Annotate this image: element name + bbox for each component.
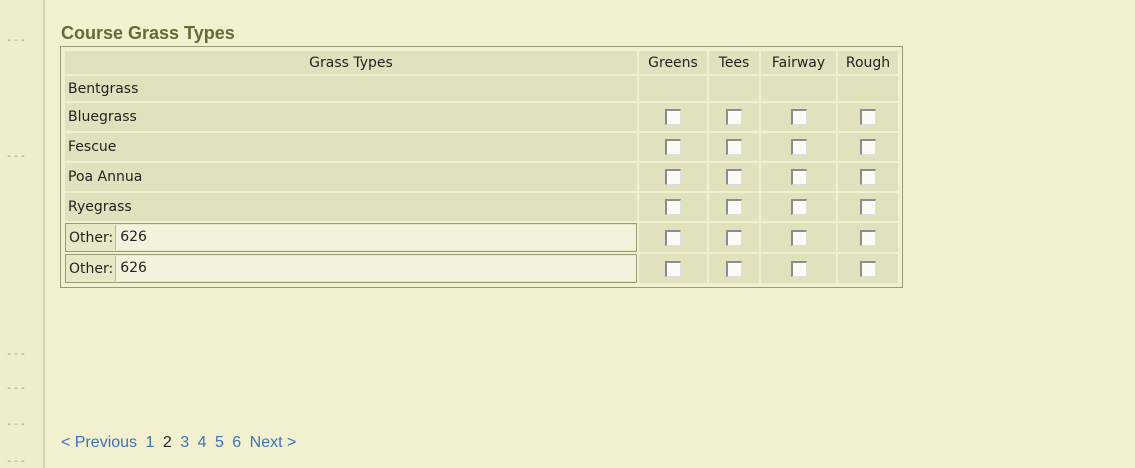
rail-dash: --- xyxy=(6,419,28,430)
page-link-6[interactable]: 6 xyxy=(232,434,241,451)
tees-checkbox[interactable] xyxy=(726,260,742,277)
table-row: Fescue xyxy=(65,133,898,161)
greens-checkbox[interactable] xyxy=(665,229,681,246)
empty-cell xyxy=(838,76,898,101)
table-row: Poa Annua xyxy=(65,163,898,191)
previous-page-link[interactable]: < Previous xyxy=(61,434,137,451)
other-field-box: Other: 626 xyxy=(65,254,637,283)
fairway-checkbox[interactable] xyxy=(790,229,807,246)
page: --- --- --- --- --- --- Course Grass Typ… xyxy=(0,0,1135,468)
fairway-checkbox[interactable] xyxy=(790,139,807,155)
rail-dash: --- xyxy=(6,151,28,162)
section-title: Course Grass Types xyxy=(61,23,235,43)
table-header-row: Grass Types Greens Tees Fairway Rough xyxy=(65,51,898,74)
rough-checkbox[interactable] xyxy=(860,260,876,277)
grass-name: Fescue xyxy=(65,133,637,161)
tees-checkbox[interactable] xyxy=(726,109,742,125)
rail-dash: --- xyxy=(6,35,28,46)
left-rail: --- --- --- --- --- --- xyxy=(0,0,45,468)
rail-dash: --- xyxy=(6,456,28,467)
other-input[interactable]: 626 xyxy=(115,225,636,250)
page-link-5[interactable]: 5 xyxy=(215,434,224,451)
rail-dash: --- xyxy=(6,349,28,360)
grass-types-table: Grass Types Greens Tees Fairway Rough Be… xyxy=(63,49,900,285)
table-row: Other: 626 xyxy=(65,254,898,283)
rail-dash: --- xyxy=(6,383,28,394)
next-page-link[interactable]: Next > xyxy=(250,434,297,451)
content-area: Course Grass Types Grass Types Greens Te… xyxy=(45,0,1135,468)
table-row: Other: 626 xyxy=(65,223,898,252)
greens-checkbox[interactable] xyxy=(665,109,681,125)
header-rough: Rough xyxy=(838,51,898,74)
grass-types-table-frame: Grass Types Greens Tees Fairway Rough Be… xyxy=(60,46,903,288)
other-cell: Other: 626 xyxy=(65,254,637,283)
header-grass-types: Grass Types xyxy=(65,51,637,74)
other-input[interactable]: 626 xyxy=(115,256,636,281)
tees-checkbox[interactable] xyxy=(726,199,742,215)
pagination: < Previous 1 2 3 4 5 6 Next > xyxy=(61,434,300,452)
empty-cell xyxy=(709,76,759,101)
greens-checkbox[interactable] xyxy=(665,260,681,277)
greens-checkbox[interactable] xyxy=(665,139,681,155)
tees-checkbox[interactable] xyxy=(726,229,742,246)
fairway-checkbox[interactable] xyxy=(790,109,807,125)
rough-checkbox[interactable] xyxy=(860,229,876,246)
tees-checkbox[interactable] xyxy=(726,169,742,185)
other-cell: Other: 626 xyxy=(65,223,637,252)
fairway-checkbox[interactable] xyxy=(790,169,807,185)
rough-checkbox[interactable] xyxy=(860,109,876,125)
empty-cell xyxy=(761,76,836,101)
other-label: Other: xyxy=(69,229,114,246)
header-fairway: Fairway xyxy=(761,51,836,74)
fairway-checkbox[interactable] xyxy=(790,199,807,215)
page-link-4[interactable]: 4 xyxy=(198,434,207,451)
rough-checkbox[interactable] xyxy=(860,199,876,215)
grass-name: Bentgrass xyxy=(65,76,637,101)
page-link-1[interactable]: 1 xyxy=(146,434,155,451)
fairway-checkbox[interactable] xyxy=(790,260,807,277)
table-row: Bluegrass xyxy=(65,103,898,131)
greens-checkbox[interactable] xyxy=(665,169,681,185)
grass-name: Ryegrass xyxy=(65,193,637,221)
current-page: 2 xyxy=(162,434,172,451)
page-link-3[interactable]: 3 xyxy=(180,434,189,451)
header-tees: Tees xyxy=(709,51,759,74)
tees-checkbox[interactable] xyxy=(726,139,742,155)
rough-checkbox[interactable] xyxy=(860,169,876,185)
grass-name: Poa Annua xyxy=(65,163,637,191)
table-row: Bentgrass xyxy=(65,76,898,101)
empty-cell xyxy=(639,76,707,101)
rough-checkbox[interactable] xyxy=(860,139,876,155)
grass-name: Bluegrass xyxy=(65,103,637,131)
greens-checkbox[interactable] xyxy=(665,199,681,215)
table-row: Ryegrass xyxy=(65,193,898,221)
other-field-box: Other: 626 xyxy=(65,223,637,252)
header-greens: Greens xyxy=(639,51,707,74)
other-label: Other: xyxy=(69,260,114,277)
